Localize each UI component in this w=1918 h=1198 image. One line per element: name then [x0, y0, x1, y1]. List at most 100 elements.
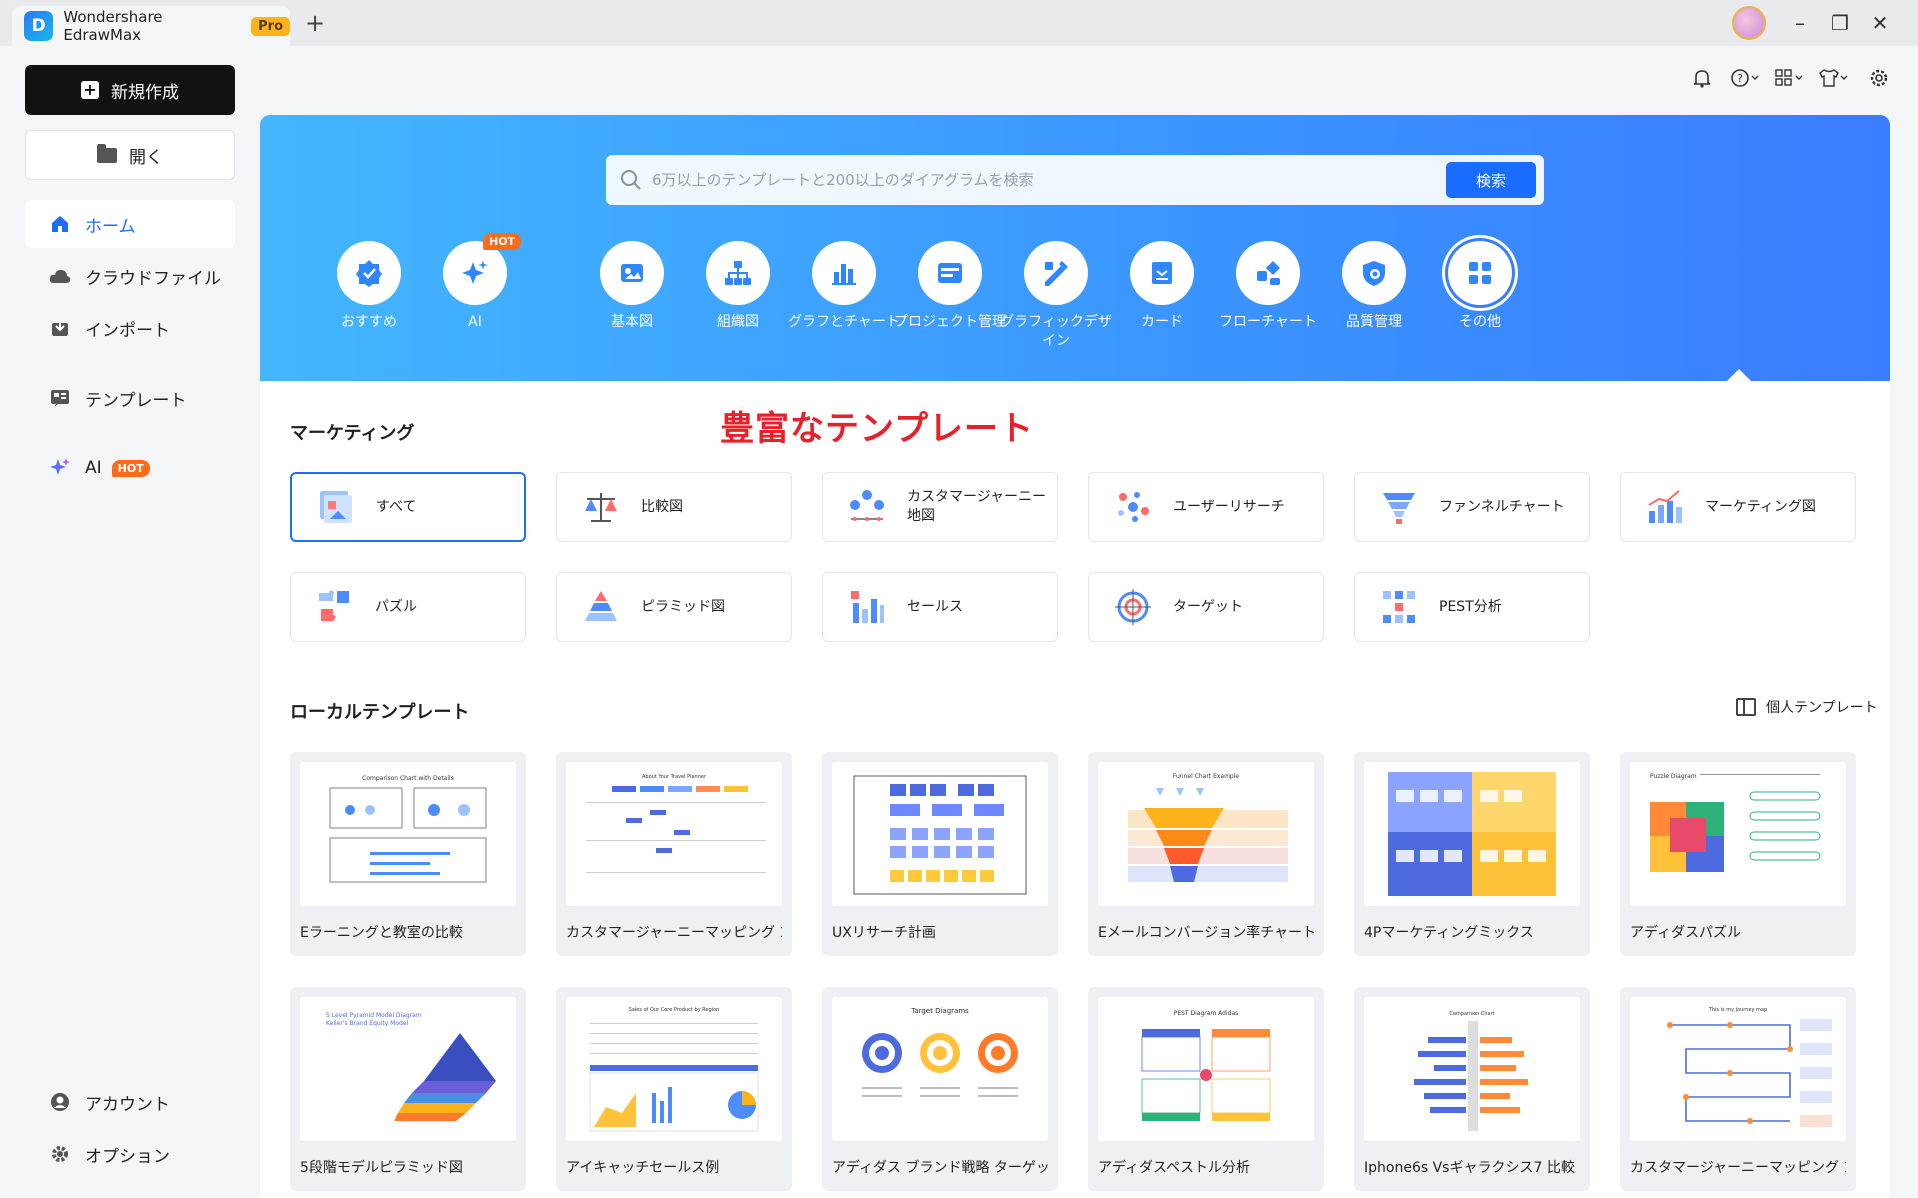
template-card[interactable]: Puzzle Diagram アディダスパズル [1620, 752, 1856, 956]
hot-badge: HOT [111, 459, 150, 477]
marketing-item-label: ユーザーリサーチ [1173, 498, 1285, 515]
svg-text:Puzzle Diagram: Puzzle Diagram [1650, 773, 1697, 780]
category-project[interactable]: プロジェクト管理 [890, 241, 1010, 332]
template-icon [49, 387, 71, 409]
template-thumbnail: Comparison Chart [1364, 997, 1580, 1141]
marketing-item-pest[interactable]: PEST分析 [1354, 572, 1590, 642]
template-card[interactable]: Comparison Chart with Details Eラーニングと教室の… [290, 752, 526, 956]
marketing-item-comparison[interactable]: 比較図 [556, 472, 792, 542]
open-button[interactable]: 開く [25, 130, 235, 180]
minimize-icon[interactable]: – [1785, 8, 1815, 38]
category-graphic[interactable]: グラフィックデザイン [996, 241, 1116, 351]
marketing-item-funnel[interactable]: ファンネルチャート [1354, 472, 1590, 542]
search-button[interactable]: 検索 [1446, 162, 1536, 198]
template-title: UXリサーチ計画 [832, 925, 936, 941]
funnel-icon [1383, 493, 1415, 524]
quality-icon [1342, 241, 1406, 305]
marketing-item-journey[interactable]: カスタマージャーニー地図 [822, 472, 1058, 542]
category-basic[interactable]: 基本図 [572, 241, 692, 332]
hot-badge: HOT [483, 233, 522, 250]
user-research-icon [1118, 492, 1149, 522]
pro-badge: Pro [251, 16, 290, 36]
svg-text:Sales of Our Core Product by R: Sales of Our Core Product by Region [629, 1007, 720, 1013]
sidebar-item-account[interactable]: アカウント [25, 1078, 235, 1126]
template-card[interactable]: Sales of Our Core Product by Region アイキャ… [556, 987, 792, 1191]
template-title: Iphone6s Vsギャラクシス7 比較 [1364, 1160, 1575, 1176]
sidebar-item-home[interactable]: ホーム [25, 200, 235, 248]
category-recommend[interactable]: おすすめ [309, 241, 429, 332]
category-quality[interactable]: 品質管理 [1314, 241, 1434, 332]
close-icon[interactable]: ✕ [1865, 8, 1895, 38]
edrawmax-logo-icon: D [24, 11, 54, 41]
category-card[interactable]: カード [1102, 241, 1222, 332]
card-icon [1130, 241, 1194, 305]
svg-text:About Your Travel Planner: About Your Travel Planner [642, 774, 707, 780]
template-thumbnail: Sales of Our Core Product by Region [566, 997, 782, 1141]
design-icon [1024, 241, 1088, 305]
category-label: プロジェクト管理 [894, 314, 1006, 330]
marketing-item-sales[interactable]: セールス [822, 572, 1058, 642]
account-icon [49, 1091, 71, 1113]
local-templates-title: ローカルテンプレート [290, 702, 470, 723]
template-card[interactable]: Funnel Chart Example Eメールコンバージョン率チャート [1088, 752, 1324, 956]
notification-bell-icon[interactable] [1685, 68, 1719, 92]
sales-chart-icon [851, 591, 884, 623]
new-tab-plus-icon[interactable]: + [302, 10, 328, 36]
help-icon[interactable]: ? [1728, 68, 1762, 92]
category-label: 品質管理 [1346, 314, 1402, 330]
template-card[interactable]: 5 Level Pyramid Model Diagram Keller's Br… [290, 987, 526, 1191]
puzzle-icon [319, 590, 349, 621]
sidebar-item-label: インポート [85, 320, 170, 341]
search-input[interactable] [652, 171, 1446, 189]
template-title: Eラーニングと教室の比較 [300, 925, 463, 941]
sidebar-item-ai[interactable]: AI HOT [25, 444, 235, 492]
ai-sparkle-icon [49, 457, 71, 479]
sidebar-item-cloud[interactable]: クラウドファイル [25, 252, 235, 300]
app-tab[interactable]: D Wondershare EdrawMax Pro [12, 6, 290, 46]
marketing-item-label: 比較図 [641, 498, 683, 515]
category-org[interactable]: 組織図 [678, 241, 798, 332]
category-more[interactable]: その他 [1420, 241, 1540, 332]
new-create-label: 新規作成 [111, 82, 179, 103]
template-thumbnail: Target Diagrams [832, 997, 1048, 1141]
template-card[interactable]: Comparison Chart Iphone6s Vsギャラクシス7 比較 [1354, 987, 1590, 1191]
svg-text:?: ? [1737, 72, 1743, 85]
user-avatar[interactable] [1732, 6, 1766, 40]
marketing-item-puzzle[interactable]: パズル [290, 572, 526, 642]
marketing-item-target[interactable]: ターゲット [1088, 572, 1324, 642]
category-charts[interactable]: グラフとチャート [784, 241, 904, 332]
skin-shirt-icon[interactable] [1816, 68, 1850, 92]
apps-grid-icon[interactable] [1772, 68, 1806, 92]
template-thumbnail: 5 Level Pyramid Model Diagram Keller's Br… [300, 997, 516, 1141]
svg-text:5 Level Pyramid Model Diagram: 5 Level Pyramid Model Diagram [326, 1012, 422, 1019]
marketing-item-all[interactable]: すべて [290, 472, 526, 542]
template-title: Eメールコンバージョン率チャート [1098, 925, 1314, 941]
template-card[interactable]: Target Diagrams アディダス ブランド戦略 ターゲット ... [822, 987, 1058, 1191]
template-title: アディダスパズル [1630, 925, 1742, 941]
marketing-item-user-research[interactable]: ユーザーリサーチ [1088, 472, 1324, 542]
template-card[interactable]: PEST Diagram Adidas アディダスペストル分析 [1088, 987, 1324, 1191]
settings-gear-icon[interactable] [1862, 68, 1896, 92]
new-create-button[interactable]: + 新規作成 [25, 65, 235, 115]
target-icon [1115, 589, 1151, 625]
all-templates-icon [320, 491, 352, 523]
sidebar-item-import[interactable]: インポート [25, 304, 235, 352]
search-icon [621, 170, 641, 190]
category-flowchart[interactable]: フローチャート [1208, 241, 1328, 332]
template-card[interactable]: This is my journey map カスタマージャーニーマッピング 1… [1620, 987, 1856, 1191]
restore-icon[interactable]: ❐ [1825, 8, 1855, 38]
sidebar-item-label: AI [85, 458, 102, 478]
template-card[interactable]: About Your Travel Planner カスタマージャーニーマッピン… [556, 752, 792, 956]
sidebar-item-templates[interactable]: テンプレート [25, 374, 235, 422]
category-ai[interactable]: HOT AI [415, 233, 535, 332]
svg-text:Target Diagrams: Target Diagrams [910, 1007, 969, 1015]
svg-text:Keller's Brand Equity Model: Keller's Brand Equity Model [326, 1020, 409, 1027]
sidebar-item-label: オプション [85, 1146, 170, 1167]
personal-templates-link[interactable]: 個人テンプレート [1736, 697, 1878, 717]
category-label: フローチャート [1219, 314, 1317, 330]
template-card[interactable]: UXリサーチ計画 [822, 752, 1058, 956]
marketing-item-marketing-chart[interactable]: マーケティング図 [1620, 472, 1856, 542]
marketing-item-pyramid[interactable]: ピラミッド図 [556, 572, 792, 642]
sidebar-item-options[interactable]: オプション [25, 1130, 235, 1178]
template-card[interactable]: 4Pマーケティングミックス [1354, 752, 1590, 956]
